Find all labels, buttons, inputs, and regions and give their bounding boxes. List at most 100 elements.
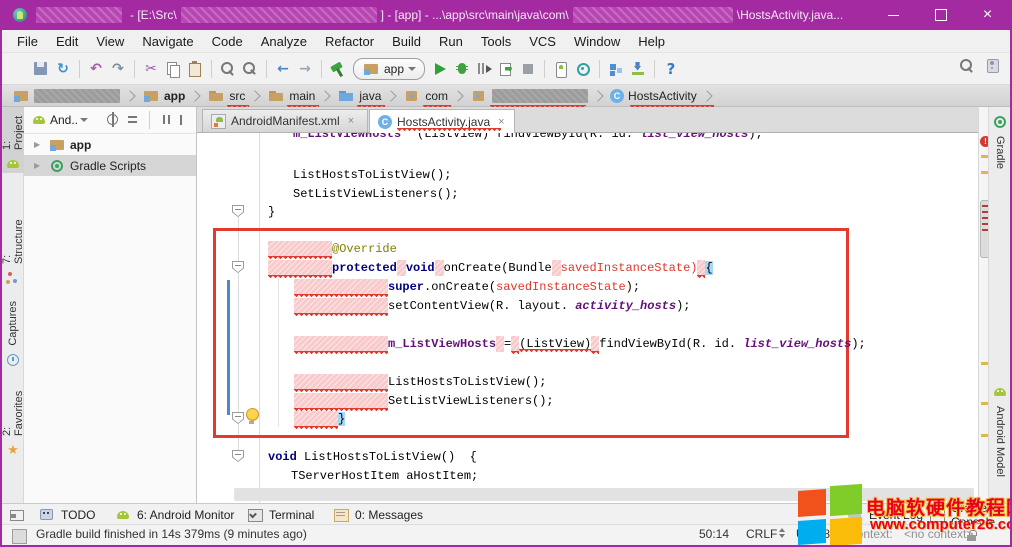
title-bar[interactable]: - [E:\Src\ ] - [app] - ...\app\src\main\… bbox=[2, 0, 1010, 30]
forward-icon[interactable]: → bbox=[296, 60, 314, 78]
menu-help[interactable]: Help bbox=[629, 32, 674, 51]
intention-lightbulb-icon[interactable] bbox=[246, 408, 259, 421]
close-tab-icon[interactable]: × bbox=[498, 116, 504, 128]
breadcrumb-item-src[interactable]: src bbox=[205, 86, 247, 106]
toolwindow-button-todo[interactable]: TODO bbox=[34, 505, 99, 524]
help-icon[interactable]: ? bbox=[662, 60, 680, 78]
code-token: list_view_hosts bbox=[743, 337, 851, 351]
user-panel-icon[interactable] bbox=[984, 57, 1002, 75]
menu-file[interactable]: File bbox=[8, 32, 47, 51]
menu-run[interactable]: Run bbox=[430, 32, 472, 51]
collapse-all-icon[interactable] bbox=[124, 111, 142, 129]
sidebar-item-1-project[interactable]: 1: Project bbox=[2, 107, 24, 173]
debug-icon[interactable] bbox=[453, 60, 471, 78]
menu-tools[interactable]: Tools bbox=[472, 32, 520, 51]
attach-icon[interactable] bbox=[497, 60, 515, 78]
save-icon[interactable] bbox=[32, 60, 50, 78]
menu-refactor[interactable]: Refactor bbox=[316, 32, 383, 51]
replace-icon[interactable] bbox=[241, 60, 259, 78]
run-configuration-selector[interactable]: app bbox=[353, 58, 425, 80]
menu-vcs[interactable]: VCS bbox=[520, 32, 565, 51]
cut-icon[interactable]: ✂ bbox=[142, 60, 160, 78]
sync-icon[interactable]: ↻ bbox=[54, 60, 72, 78]
caret-position[interactable]: 50:14 bbox=[699, 527, 729, 541]
toolbar-separator bbox=[266, 60, 267, 78]
tool-window-switcher[interactable] bbox=[4, 505, 30, 524]
undo-icon[interactable]: ↶ bbox=[87, 60, 105, 78]
sidebar-item-captures[interactable]: Captures bbox=[2, 297, 24, 363]
fold-marker[interactable] bbox=[232, 205, 244, 217]
line-ending-selector[interactable]: CRLF bbox=[746, 527, 786, 541]
sidebar-item-gradle[interactable]: Gradle bbox=[989, 109, 1011, 173]
sdk-icon[interactable] bbox=[629, 60, 647, 78]
title-text-right: \HostsActivity.java... bbox=[737, 8, 843, 22]
find-icon[interactable] bbox=[219, 60, 237, 78]
maximize-button[interactable] bbox=[918, 0, 963, 30]
project-view-selector[interactable]: And.. bbox=[50, 113, 88, 127]
back-icon[interactable]: ← bbox=[274, 60, 292, 78]
menu-edit[interactable]: Edit bbox=[47, 32, 87, 51]
make-icon[interactable] bbox=[329, 60, 347, 78]
code-token: protected bbox=[332, 261, 397, 275]
lock-icon[interactable] bbox=[964, 527, 982, 545]
toolwindow-button-gradle-console[interactable]: Gradle Console bbox=[924, 505, 1010, 524]
horizontal-scrollbar[interactable] bbox=[234, 488, 974, 501]
locate-file-icon[interactable] bbox=[104, 111, 122, 129]
toolwindow-button-6-android-monitor[interactable]: 6: Android Monitor bbox=[110, 505, 238, 524]
breadcrumb-item-java[interactable]: java bbox=[335, 86, 383, 106]
copy-icon[interactable] bbox=[164, 60, 182, 78]
synceye-icon[interactable] bbox=[574, 60, 592, 78]
censored-package-segment bbox=[573, 7, 733, 23]
layout-icon[interactable] bbox=[607, 60, 625, 78]
stop-icon[interactable] bbox=[519, 60, 537, 78]
breadcrumb-item-censored[interactable] bbox=[468, 86, 590, 106]
menu-build[interactable]: Build bbox=[383, 32, 430, 51]
code-token: list_view_hosts bbox=[640, 133, 748, 141]
wave-underline bbox=[294, 294, 388, 297]
menu-analyze[interactable]: Analyze bbox=[252, 32, 316, 51]
sidebar-item-android-model[interactable]: Android Model bbox=[989, 379, 1011, 483]
search-everywhere-icon[interactable] bbox=[958, 57, 976, 75]
gear-icon[interactable] bbox=[157, 111, 175, 129]
avd-icon[interactable] bbox=[552, 60, 570, 78]
expand-chevron-icon[interactable]: ▶ bbox=[34, 140, 44, 149]
tree-item-gradle-scripts[interactable]: ▶Gradle Scripts bbox=[24, 155, 196, 176]
context-value[interactable]: <no context> bbox=[904, 527, 973, 541]
redo-icon[interactable]: ↷ bbox=[109, 60, 127, 78]
expand-chevron-icon[interactable]: ▶ bbox=[34, 161, 44, 170]
breadcrumb-item-censored[interactable] bbox=[10, 86, 122, 106]
breadcrumb-item-hostsactivity[interactable]: HostsActivity bbox=[608, 86, 699, 106]
background-task-icon[interactable] bbox=[12, 529, 27, 544]
toolwindow-button-event-log[interactable]: Event Log bbox=[842, 505, 927, 524]
breadcrumb-item-main[interactable]: main bbox=[265, 86, 317, 106]
fold-marker[interactable] bbox=[232, 450, 244, 462]
breadcrumb-item-app[interactable]: app bbox=[140, 86, 187, 106]
minimize-button[interactable] bbox=[871, 0, 916, 30]
tab-hostsactivity.java[interactable]: HostsActivity.java× bbox=[369, 109, 515, 134]
menu-code[interactable]: Code bbox=[203, 32, 252, 51]
menu-window[interactable]: Window bbox=[565, 32, 629, 51]
line-ending-label: CRLF bbox=[746, 527, 777, 541]
toolwindow-button-0-messages[interactable]: 0: Messages bbox=[328, 505, 427, 524]
run-icon[interactable] bbox=[431, 60, 449, 78]
menu-navigate[interactable]: Navigate bbox=[133, 32, 202, 51]
tree-item-app[interactable]: ▶app bbox=[24, 134, 196, 155]
profile-icon[interactable] bbox=[475, 60, 493, 78]
code-line: ListHostsToListView(); bbox=[294, 374, 546, 391]
toolwindow-button-terminal[interactable]: Terminal bbox=[242, 505, 318, 524]
code-token: .onCreate( bbox=[424, 280, 496, 294]
close-tab-icon[interactable]: × bbox=[348, 115, 354, 127]
sidebar-item-2-favorites[interactable]: 2: Favorites★ bbox=[2, 379, 24, 459]
menu-view[interactable]: View bbox=[87, 32, 133, 51]
close-button[interactable]: × bbox=[965, 0, 1010, 30]
sidebar-item-7-structure[interactable]: 7: Structure bbox=[2, 211, 24, 287]
breadcrumb-item-com[interactable]: com bbox=[401, 86, 450, 106]
breadcrumb-chevron-icon bbox=[452, 90, 463, 101]
paste-icon[interactable] bbox=[186, 60, 204, 78]
encoding-selector[interactable]: UTF-8 bbox=[796, 527, 839, 541]
tab-androidmanifest.xml[interactable]: AndroidManifest.xml× bbox=[202, 109, 368, 133]
open-icon[interactable] bbox=[10, 60, 28, 78]
status-message[interactable]: Gradle build finished in 14s 379ms (9 mi… bbox=[36, 527, 307, 541]
hide-panel-icon[interactable] bbox=[177, 111, 195, 129]
code-editor[interactable]: m_ListViewHosts(ListView) findViewById(R… bbox=[197, 133, 978, 503]
